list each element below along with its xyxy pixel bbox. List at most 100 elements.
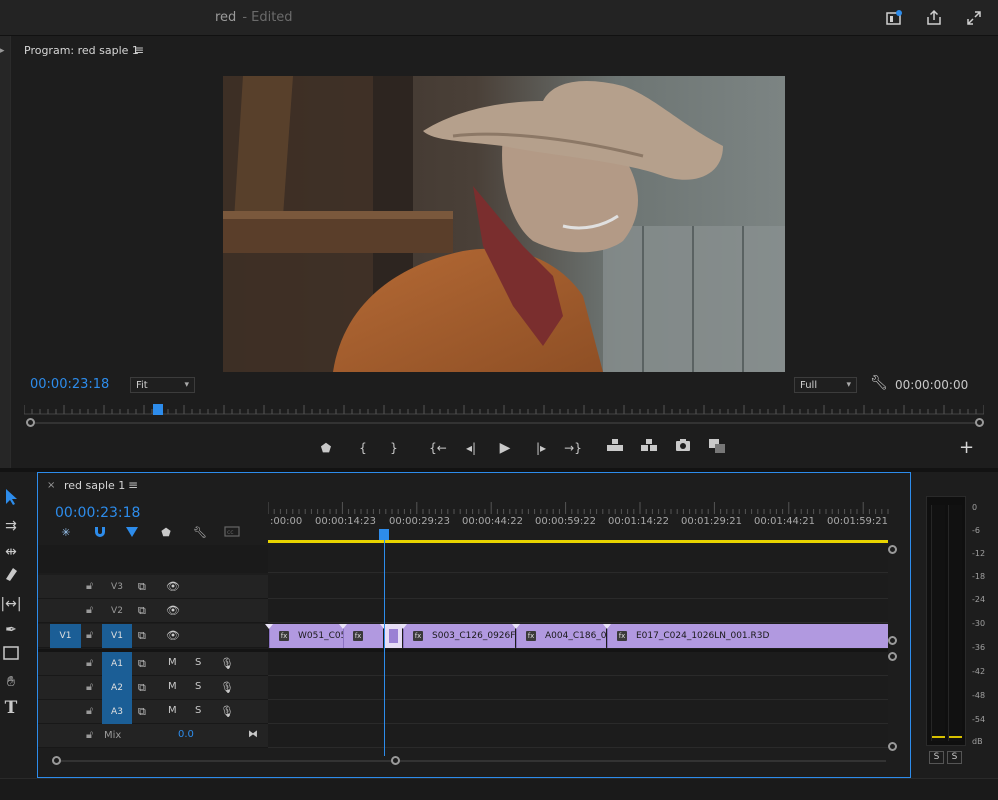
clip-2[interactable]: fx <box>343 624 383 648</box>
expand-arrow-icon[interactable]: ▸ <box>0 46 5 56</box>
lock-icon[interactable]: 🔓︎ <box>86 728 93 742</box>
track-header-mix[interactable]: 🔓︎ Mix 0.0 ⧓ <box>38 724 268 748</box>
lock-icon[interactable]: 🔓︎ <box>86 579 93 593</box>
scrollbar-handle[interactable] <box>888 652 897 661</box>
close-icon[interactable]: × <box>47 480 55 491</box>
timeline-horizontal-scrollbar[interactable] <box>50 756 890 766</box>
step-forward-button[interactable]: |▸ <box>530 438 552 458</box>
rectangle-tool-icon[interactable] <box>0 644 22 668</box>
track-name-a3[interactable]: A3 <box>102 700 132 724</box>
track-area-a3[interactable] <box>268 700 888 724</box>
pen-tool-icon[interactable]: ✒︎ <box>0 618 22 642</box>
solo-button[interactable]: S <box>195 705 201 716</box>
extract-button[interactable] <box>638 438 660 458</box>
scrollbar-left-handle[interactable] <box>26 418 35 427</box>
program-zoom-scrollbar[interactable] <box>26 418 984 428</box>
track-area-a2[interactable] <box>268 676 888 700</box>
program-current-timecode[interactable]: 00:00:23:18 <box>30 377 109 392</box>
scrollbar-right-handle[interactable] <box>391 756 400 765</box>
sequence-tab[interactable]: red saple 1 <box>64 479 125 492</box>
track-header-v1[interactable]: V1 🔓︎ V1 ⧉ 👁︎ <box>38 624 268 648</box>
linked-selection-icon[interactable] <box>124 526 140 540</box>
sync-lock-icon[interactable]: ⧉ <box>138 629 146 643</box>
captions-icon[interactable]: cc <box>224 526 240 540</box>
track-header-v2[interactable]: 🔓︎ V2 ⧉ 👁︎ <box>38 599 268 623</box>
comparison-view-button[interactable] <box>706 438 728 458</box>
settings-wrench-icon[interactable]: 🔧︎ <box>870 375 888 391</box>
lock-icon[interactable]: 🔓︎ <box>86 603 93 617</box>
nest-sequence-icon[interactable]: ✳︎ <box>58 526 74 540</box>
sync-lock-icon[interactable]: ⧉ <box>138 705 146 719</box>
timeline-current-timecode[interactable]: 00:00:23:18 <box>55 505 140 521</box>
sync-lock-icon[interactable]: ⧉ <box>138 580 146 594</box>
timeline-settings-wrench-icon[interactable]: 🔧︎ <box>192 526 208 540</box>
workspace-panel-icon[interactable] <box>885 9 903 27</box>
track-select-tool-icon[interactable]: ⇉ <box>0 514 22 538</box>
track-header-a3[interactable]: 🔓︎ A3 ⧉ M S 🎙︎ <box>38 700 268 724</box>
source-patch-v1[interactable]: V1 <box>50 624 81 648</box>
track-header-v3[interactable]: 🔓︎ V3 ⧉ 👁︎ <box>38 575 268 599</box>
timeline-vertical-scrollbar[interactable] <box>888 545 898 755</box>
work-area-bar[interactable] <box>268 540 888 543</box>
step-back-button[interactable]: ◂| <box>460 438 482 458</box>
eye-icon[interactable]: 👁︎ <box>166 629 180 642</box>
mix-volume-value[interactable]: 0.0 <box>178 729 194 740</box>
clip-a004[interactable]: fx A004_C186_01 <box>516 624 606 648</box>
program-time-ruler[interactable] <box>24 400 984 416</box>
solo-button[interactable]: S <box>195 657 201 668</box>
type-tool-icon[interactable]: T <box>0 696 22 720</box>
microphone-icon[interactable]: 🎙︎ <box>220 657 234 670</box>
add-marker-icon[interactable]: ⬟ <box>158 526 174 540</box>
clip-e017[interactable]: fx E017_C024_1026LN_001.R3D <box>607 624 888 648</box>
track-name-v3[interactable]: V3 <box>102 575 132 599</box>
ripple-edit-tool-icon[interactable]: ⇹ <box>0 540 22 564</box>
track-name-v2[interactable]: V2 <box>102 599 132 623</box>
sync-lock-icon[interactable]: ⧉ <box>138 657 146 671</box>
lift-button[interactable] <box>604 438 626 458</box>
scrollbar-handle[interactable] <box>888 636 897 645</box>
hand-tool-icon[interactable]: ✋︎ <box>0 670 22 694</box>
go-to-out-button[interactable]: →} <box>562 438 584 458</box>
button-editor-add-icon[interactable]: + <box>959 437 974 458</box>
solo-button[interactable]: S <box>195 681 201 692</box>
track-name-v1[interactable]: V1 <box>102 624 132 648</box>
track-header-a1[interactable]: 🔓︎ A1 ⧉ M S 🎙︎ <box>38 652 268 676</box>
slip-tool-icon[interactable]: |↔| <box>0 592 22 616</box>
timeline-menu-icon[interactable]: ≡ <box>128 478 138 492</box>
selection-tool-icon[interactable] <box>0 488 22 512</box>
mark-in-button[interactable]: { <box>352 438 374 458</box>
zoom-level-dropdown[interactable]: Fit ▾ <box>130 377 195 393</box>
track-area-mix[interactable] <box>268 724 888 748</box>
track-area-v3[interactable] <box>268 575 888 599</box>
track-area-a1[interactable] <box>268 652 888 676</box>
microphone-icon[interactable]: 🎙︎ <box>220 681 234 694</box>
clip-w051[interactable]: fx W051_C05 <box>269 624 343 648</box>
resolution-dropdown[interactable]: Full ▾ <box>794 377 857 393</box>
track-area-v2[interactable] <box>268 599 888 623</box>
scrollbar-right-handle[interactable] <box>975 418 984 427</box>
eye-icon[interactable]: 👁︎ <box>166 580 180 593</box>
fullscreen-icon[interactable] <box>965 9 983 27</box>
share-export-icon[interactable] <box>925 9 943 27</box>
scrollbar-handle[interactable] <box>888 545 897 554</box>
go-to-in-button[interactable]: {← <box>427 438 449 458</box>
scrollbar-handle[interactable] <box>888 742 897 751</box>
export-frame-camera-icon[interactable] <box>672 438 694 458</box>
lock-icon[interactable]: 🔓︎ <box>86 628 93 642</box>
snap-magnet-icon[interactable] <box>92 526 108 540</box>
solo-left-button[interactable]: S <box>929 751 944 764</box>
mark-out-button[interactable]: } <box>383 438 405 458</box>
play-button[interactable]: ▶ <box>494 438 516 458</box>
sync-lock-icon[interactable]: ⧉ <box>138 681 146 695</box>
mute-button[interactable]: M <box>168 657 177 668</box>
timeline-playhead-handle[interactable] <box>379 529 389 540</box>
razor-tool-icon[interactable] <box>0 566 22 590</box>
track-name-a2[interactable]: A2 <box>102 676 132 700</box>
program-monitor-tab[interactable]: Program: red saple 1 <box>24 44 139 57</box>
clip-s003[interactable]: fx S003_C126_0926F9 <box>403 624 515 648</box>
lock-icon[interactable]: 🔓︎ <box>86 704 93 718</box>
panel-menu-icon[interactable]: ≡ <box>134 43 144 57</box>
lock-icon[interactable]: 🔓︎ <box>86 656 93 670</box>
program-playhead[interactable] <box>153 404 163 415</box>
track-header-a2[interactable]: 🔓︎ A2 ⧉ M S 🎙︎ <box>38 676 268 700</box>
